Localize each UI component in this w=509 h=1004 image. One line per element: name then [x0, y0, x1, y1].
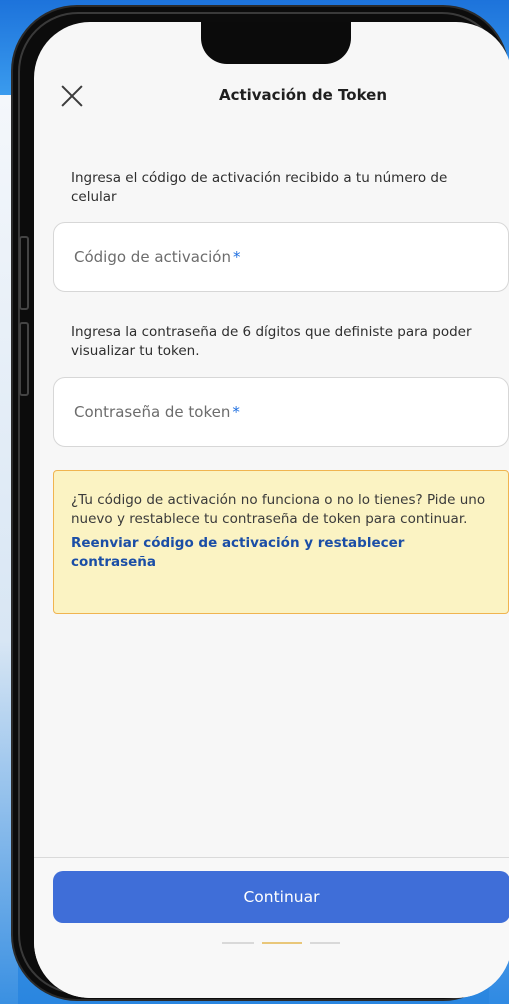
activation-code-label-text: Código de activación	[74, 248, 231, 266]
activation-help-notice: ¿Tu código de activación no funciona o n…	[53, 470, 509, 614]
volume-up-button	[19, 236, 29, 310]
token-password-label: Contraseña de token *	[74, 403, 240, 421]
resend-code-link[interactable]: Reenviar código de activación y restable…	[71, 534, 494, 572]
token-password-field[interactable]: Contraseña de token *	[53, 377, 509, 447]
notice-text: ¿Tu código de activación no funciona o n…	[71, 492, 486, 527]
page-title: Activación de Token	[218, 86, 388, 104]
volume-down-button	[19, 322, 29, 396]
activation-code-label: Código de activación *	[74, 248, 240, 266]
footer-brand-mark	[222, 939, 342, 947]
footer-mark-segment	[222, 942, 254, 944]
token-password-label-text: Contraseña de token	[74, 403, 231, 421]
phone-notch	[201, 22, 351, 64]
footer-mark-segment	[310, 942, 340, 944]
phone-frame: Activación de Token Ingresa el código de…	[13, 7, 509, 999]
activation-code-field[interactable]: Código de activación *	[53, 222, 509, 292]
continue-button[interactable]: Continuar	[53, 871, 509, 923]
token-password-instruction: Ingresa la contraseña de 6 dígitos que d…	[71, 324, 472, 359]
footer-mark-segment	[262, 942, 302, 944]
phone-screen: Activación de Token Ingresa el código de…	[34, 22, 509, 998]
required-mark: *	[232, 248, 241, 266]
required-mark: *	[232, 403, 240, 421]
activation-code-instruction: Ingresa el código de activación recibido…	[71, 170, 448, 205]
